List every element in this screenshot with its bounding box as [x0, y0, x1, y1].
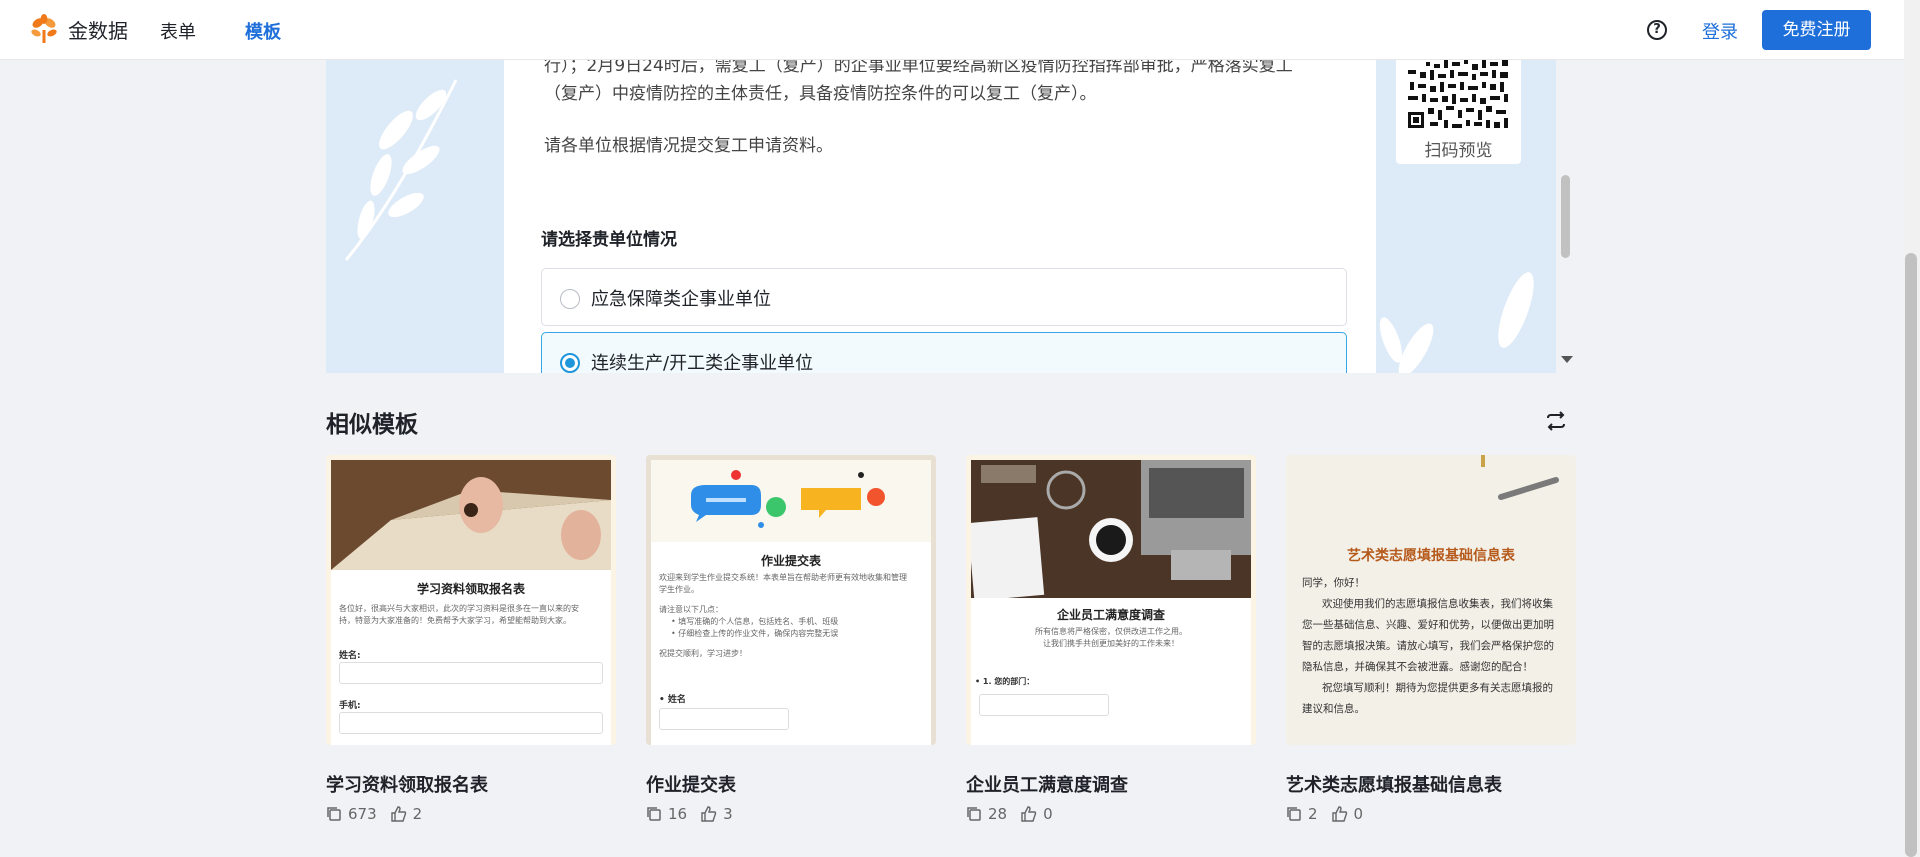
thumb-desc: 所有信息将严格保密，仅供改进工作之用。 让我们携手共创更加美好的工作未来！ [971, 626, 1251, 650]
copy-count: 2 [1308, 805, 1318, 823]
similar-templates-title: 相似模板 [326, 412, 418, 438]
leaf-decoration [344, 79, 458, 261]
nav-forms[interactable]: 表单 [160, 18, 196, 44]
thumb-desc-line: 学生作业。 [659, 585, 699, 594]
card-stats: 16 3 [646, 805, 747, 823]
thumb-title: 作业提交表 [760, 554, 821, 568]
thumb-form: 作业提交表 欢迎来到学生作业提交系统！本表单旨在帮助老师更有效地收集和管理 学生… [651, 542, 931, 745]
option-continuous-production[interactable]: 连续生产/开工类企事业单位 [541, 332, 1347, 373]
thumb-desc-line: 让我们携手共创更加美好的工作未来！ [1043, 639, 1179, 648]
template-thumbnail[interactable]: 作业提交表 欢迎来到学生作业提交系统！本表单旨在帮助老师更有效地收集和管理 学生… [646, 455, 936, 745]
intro-line-1: 行）；2月9日24时后，需复工（复产）的企事业单位要经高新区疫情防控指挥部审批，… [544, 60, 1293, 76]
logo-icon [31, 14, 57, 43]
thumb-field-label: • 1. 您的部门： [975, 677, 1035, 686]
pen-decoration [1481, 455, 1559, 500]
thumb-desc-line: 请注意以下几点： [659, 605, 723, 614]
thumb-title: 企业员工满意度调查 [1056, 608, 1165, 622]
copy-icon [1287, 807, 1301, 821]
thumb-desc-line: 欢迎来到学生作业提交系统！本表单旨在帮助老师更有效地收集和管理 [659, 573, 907, 582]
copy-icon [327, 807, 341, 821]
qr-code-icon [1406, 60, 1511, 130]
form-preview-card: 行）；2月9日24时后，需复工（复产）的企事业单位要经高新区疫情防控指挥部审批，… [504, 60, 1376, 373]
option-label: 应急保障类企事业单位 [591, 289, 771, 310]
thumb-field-label: 姓名: [339, 651, 361, 661]
logo-text: 金数据 [68, 18, 128, 43]
like-count: 2 [412, 805, 423, 823]
thumb-desc: 各位好，很高兴与大家相识，此次的学习资料是很多在一直以来的安 持，特意为大家准备… [339, 603, 604, 627]
thumb-desc-line: 所有信息将严格保密，仅供改进工作之用。 [1035, 627, 1187, 636]
page-scrollbar-thumb[interactable] [1905, 253, 1917, 857]
thumb-desc-line: 持，特意为大家准备的！免费帮予大家学习，希望能帮助到大家。 [339, 616, 571, 625]
top-header: 金数据 表单 模板 ? 登录 免费注册 [0, 0, 1904, 60]
like-count: 0 [1043, 805, 1053, 823]
preview-scroll-down-arrow[interactable] [1561, 356, 1573, 363]
thumb-greeting: 同学，你好！ [1302, 577, 1365, 589]
thumb-paragraph: 祝您填写顺利！期待为您提供更多有关志愿填报的 [1322, 682, 1553, 694]
card-title[interactable]: 艺术类志愿填报基础信息表 [1286, 771, 1502, 797]
intro-text: 行）；2月9日24时后，需复工（复产）的企事业单位要经高新区疫情防控指挥部审批，… [544, 60, 1334, 108]
intro-line-3: 请各单位根据情况提交复工申请资料。 [544, 136, 833, 156]
thumb-input [979, 694, 1109, 716]
question-title: 请选择贵单位情况 [541, 230, 677, 250]
thumb-field-label: • 姓名 [659, 695, 686, 705]
thumb-paragraph: 欢迎使用我们的志愿填报信息收集表，我们将收集 [1322, 598, 1553, 610]
like-count: 3 [723, 805, 733, 823]
card-stats: 28 0 [966, 805, 1067, 823]
register-button[interactable]: 免费注册 [1762, 10, 1871, 50]
radio-button[interactable] [560, 289, 580, 309]
thumb-paragraph: 隐私信息，并确保其不会被泄露。感谢您的配合！ [1302, 661, 1533, 673]
thumb-form: 学习资料领取报名表 各位好，很高兴与大家相识，此次的学习资料是很多在一直以来的安… [331, 570, 611, 745]
card-stats: 2 0 [1286, 805, 1377, 823]
thumb-field-label: 手机: [339, 701, 361, 711]
logo[interactable]: 金数据 [30, 14, 128, 44]
copy-icon [647, 807, 661, 821]
card-title[interactable]: 学习资料领取报名表 [326, 771, 488, 797]
like-icon [390, 806, 406, 822]
copy-count: 28 [988, 805, 1008, 823]
thumb-paragraph: 您一些基础信息、兴趣、爱好和优势，以便做出更加明 [1302, 619, 1554, 631]
thumb-input [659, 708, 789, 730]
login-link[interactable]: 登录 [1702, 18, 1738, 44]
template-thumbnail[interactable]: 学习资料领取报名表 各位好，很高兴与大家相识，此次的学习资料是很多在一直以来的安… [326, 455, 616, 745]
template-preview[interactable]: 行）；2月9日24时后，需复工（复产）的企事业单位要经高新区疫情防控指挥部审批，… [326, 60, 1556, 373]
refresh-icon[interactable] [1545, 410, 1567, 432]
help-icon[interactable]: ? [1647, 20, 1667, 40]
thumb-form: 企业员工满意度调查 所有信息将严格保密，仅供改进工作之用。 让我们携手共创更加美… [971, 598, 1251, 745]
thumb-body: 同学，你好！ 欢迎使用我们的志愿填报信息收集表，我们将收集 您一些基础信息、兴趣… [1302, 573, 1568, 720]
like-icon [1331, 806, 1347, 822]
copy-icon [967, 807, 981, 821]
card-title[interactable]: 企业员工满意度调查 [966, 771, 1128, 797]
thumb-bullet: • 仔细检查上传的作业文件，确保内容完整无误 [671, 629, 839, 638]
thumb-input [339, 712, 603, 734]
option-label: 连续生产/开工类企事业单位 [591, 353, 814, 373]
thumb-title: 艺术类志愿填报基础信息表 [1347, 548, 1515, 564]
radio-button-selected[interactable] [560, 353, 580, 373]
intro-line-2: （复产）中疫情防控的主体责任，具备疫情防控条件的可以复工（复产）。 [544, 84, 1097, 104]
chat-bubbles-illustration [651, 460, 931, 542]
thumb-desc-line: 祝提交顺利，学习进步！ [659, 649, 747, 658]
preview-scrollbar-thumb[interactable] [1561, 175, 1570, 258]
qr-caption: 扫码预览 [1424, 141, 1493, 161]
card-stats: 673 2 [326, 805, 436, 823]
card-title[interactable]: 作业提交表 [646, 771, 736, 797]
like-count: 0 [1353, 805, 1364, 823]
thumb-paragraph: 建议和信息。 [1302, 703, 1365, 715]
thumb-paragraph: 智的志愿填报决策。请放心填写，我们会严格保护您的 [1302, 640, 1554, 652]
thumb-input [339, 662, 603, 684]
option-emergency[interactable]: 应急保障类企事业单位 [541, 268, 1347, 326]
copy-count: 16 [668, 805, 688, 823]
copy-count: 673 [348, 805, 377, 823]
thumb-desc: 欢迎来到学生作业提交系统！本表单旨在帮助老师更有效地收集和管理 学生作业。 请注… [659, 572, 924, 660]
thumb-title: 学习资料领取报名表 [416, 582, 525, 596]
template-thumbnail[interactable]: 企业员工满意度调查 所有信息将严格保密，仅供改进工作之用。 让我们携手共创更加美… [966, 455, 1256, 745]
thumb-bullet: • 填写准确的个人信息，包括姓名、手机、班级 [671, 617, 839, 626]
like-icon [1021, 806, 1037, 822]
reading-photo [331, 460, 611, 570]
nav-templates[interactable]: 模板 [245, 18, 281, 44]
desk-photo [971, 460, 1251, 598]
thumb-desc-line: 各位好，很高兴与大家相识，此次的学习资料是很多在一直以来的安 [339, 604, 579, 613]
qr-preview-box: 扫码预览 [1396, 60, 1521, 164]
like-icon [701, 806, 717, 822]
template-thumbnail[interactable]: 艺术类志愿填报基础信息表 同学，你好！ 欢迎使用我们的志愿填报信息收集表，我们将… [1286, 455, 1576, 745]
